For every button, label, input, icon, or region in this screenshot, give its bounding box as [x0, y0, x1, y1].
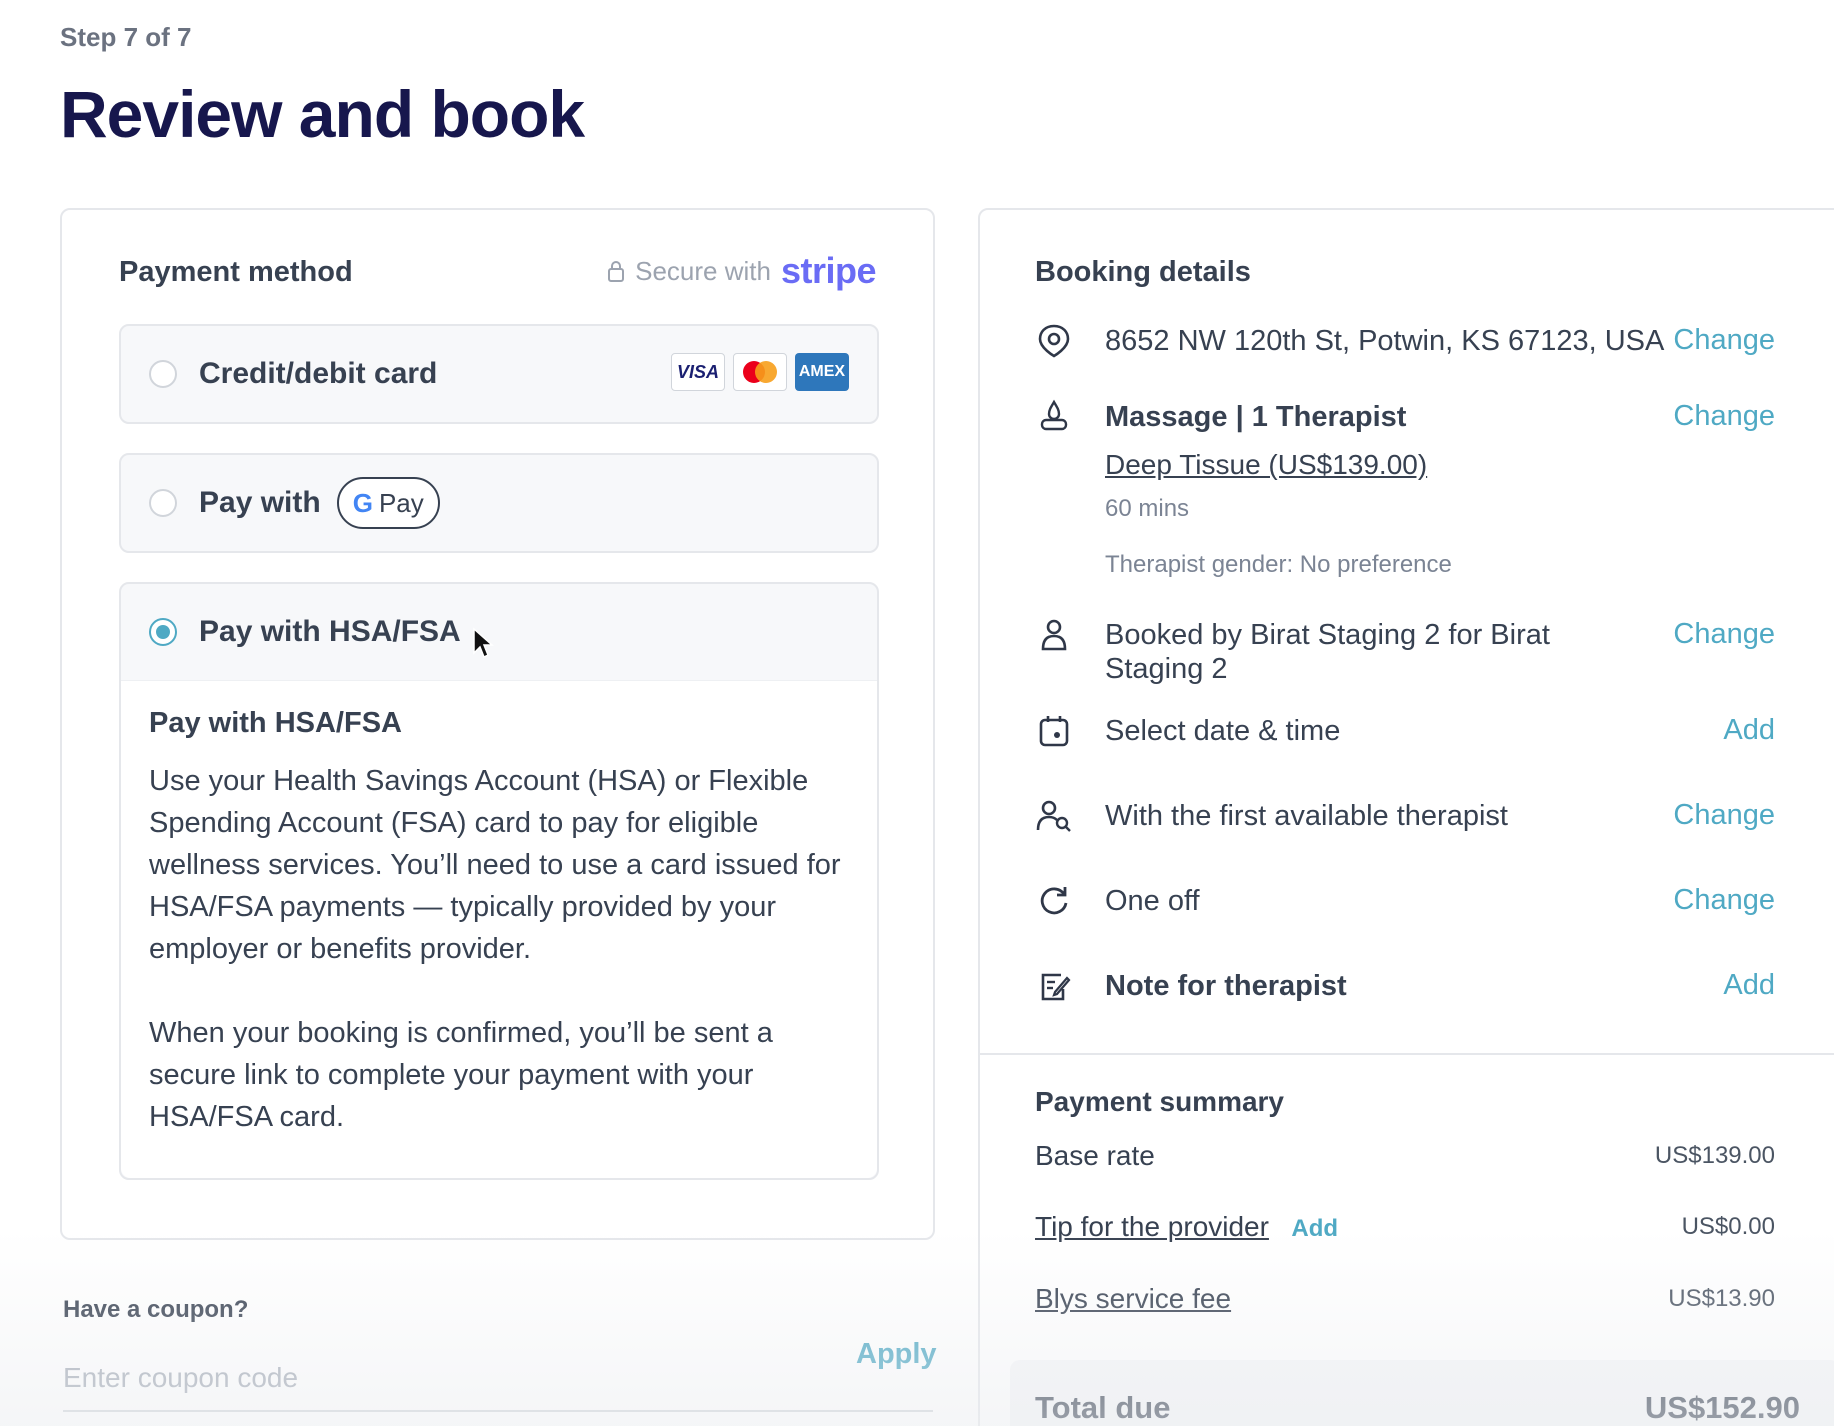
mouse-cursor-icon [473, 627, 494, 659]
base-rate-label: Base rate [1035, 1140, 1155, 1171]
hsa-fsa-details: Pay with HSA/FSA Use your Health Savings… [121, 680, 877, 1178]
note-text: Note for therapist [1105, 970, 1347, 1002]
step-indicator: Step 7 of 7 [60, 22, 192, 52]
credit-card-label: Credit/debit card [199, 357, 438, 390]
page-title: Review and book [60, 77, 585, 151]
address-row: 8652 NW 120th St, Potwin, KS 67123, USA … [1035, 324, 1775, 360]
base-rate-value: US$139.00 [1654, 1142, 1775, 1169]
duration-text: 60 mins [1105, 495, 1190, 522]
change-service-button[interactable]: Change [1673, 400, 1775, 433]
hsa-fsa-link-note: When your booking is confirmed, you’ll b… [149, 1017, 773, 1133]
calendar-icon [1039, 716, 1069, 747]
option-google-pay[interactable]: Pay with G Pay [119, 453, 879, 553]
stripe-logo: stripe [780, 250, 877, 291]
tip-value: US$0.00 [1681, 1213, 1775, 1240]
therapist-gender-text: Therapist gender: No preference [1105, 551, 1452, 578]
tip-row: Tip for the provider Add US$0.00 [1035, 1211, 1775, 1243]
note-row: Note for therapist Add [1035, 969, 1775, 1005]
therapist-row: With the first available therapist Chang… [1035, 799, 1775, 835]
massage-service-icon [1040, 399, 1068, 431]
amex-logo: AMEX [795, 353, 849, 391]
location-pin-icon [1038, 324, 1070, 358]
card-brand-logos: VISA AMEX [671, 353, 849, 391]
section-divider [980, 1053, 1834, 1055]
visa-logo: VISA [671, 353, 725, 391]
total-due-label: Total due [1035, 1390, 1171, 1425]
hsa-fsa-radio[interactable] [149, 618, 177, 646]
booking-details-card: Booking details 8652 NW 120th St, Potwin… [978, 208, 1834, 1426]
service-fee-row: Blys service fee US$13.90 [1035, 1283, 1775, 1315]
note-edit-icon [1041, 973, 1071, 1001]
total-due-value: US$152.90 [1644, 1390, 1800, 1425]
booked-by-row: Booked by Birat Staging 2 for Birat Stag… [1035, 618, 1775, 686]
secure-with-stripe: Secure with stripe [607, 250, 877, 292]
payment-method-heading: Payment method [119, 256, 353, 288]
payment-summary-heading: Payment summary [1035, 1086, 1285, 1117]
service-row: Massage | 1 Therapist Deep Tissue (US$13… [1035, 399, 1775, 582]
coupon-input[interactable] [63, 1346, 933, 1412]
payment-method-card: Payment method Secure with stripe Credit… [60, 208, 935, 1240]
google-pay-label: Pay with [199, 486, 321, 519]
treatment-link[interactable]: Deep Tissue (US$139.00) [1105, 448, 1775, 482]
frequency-row: One off Change [1035, 884, 1775, 920]
date-time-text: Select date & time [1105, 715, 1341, 747]
hsa-fsa-label: Pay with HSA/FSA [199, 615, 461, 648]
google-pay-badge: G Pay [336, 477, 440, 529]
hsa-fsa-details-title: Pay with HSA/FSA [149, 707, 402, 739]
therapist-search-icon [1036, 800, 1071, 832]
option-credit-card[interactable]: Credit/debit card VISA AMEX [119, 324, 879, 424]
change-recipient-button[interactable]: Change [1673, 618, 1775, 651]
service-fee-value: US$13.90 [1668, 1285, 1775, 1312]
base-rate-row: Base rate US$139.00 [1035, 1140, 1775, 1172]
change-frequency-button[interactable]: Change [1673, 884, 1775, 917]
apply-coupon-button[interactable]: Apply [856, 1338, 937, 1371]
tip-label[interactable]: Tip for the provider [1035, 1211, 1269, 1242]
secure-label: Secure with [635, 255, 771, 286]
coupon-label: Have a coupon? [63, 1296, 249, 1323]
service-fee-label[interactable]: Blys service fee [1035, 1283, 1231, 1315]
lock-icon [608, 261, 625, 282]
google-g-icon: G [352, 487, 373, 518]
person-icon [1041, 619, 1067, 651]
repeat-icon [1040, 887, 1068, 915]
credit-card-radio[interactable] [149, 360, 177, 388]
date-time-row: Select date & time Add [1035, 714, 1775, 750]
change-therapist-button[interactable]: Change [1673, 799, 1775, 832]
booking-details-heading: Booking details [1035, 256, 1251, 288]
add-date-time-button[interactable]: Add [1723, 714, 1775, 747]
total-due-bar: Total due US$152.90 [1010, 1360, 1834, 1426]
hsa-fsa-description: Use your Health Savings Account (HSA) or… [149, 765, 841, 965]
change-address-button[interactable]: Change [1673, 324, 1775, 357]
add-tip-button[interactable]: Add [1291, 1215, 1338, 1242]
mastercard-logo [733, 353, 787, 391]
google-pay-radio[interactable] [149, 489, 177, 517]
add-note-button[interactable]: Add [1723, 969, 1775, 1002]
option-hsa-fsa[interactable]: Pay with HSA/FSA Pay with HSA/FSA Use yo… [119, 582, 879, 1180]
